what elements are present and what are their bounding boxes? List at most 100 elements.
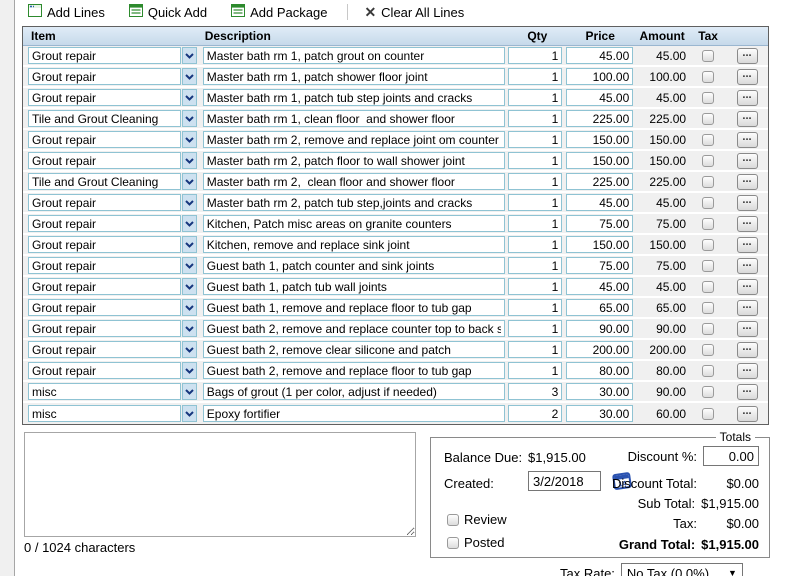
tax-checkbox[interactable]	[702, 408, 714, 420]
chevron-down-icon[interactable]	[182, 257, 197, 274]
chevron-down-icon[interactable]	[182, 236, 197, 253]
discount-pct-input[interactable]	[703, 446, 759, 466]
tax-checkbox[interactable]	[702, 365, 714, 377]
clear-all-lines-button[interactable]: ✕ Clear All Lines	[358, 3, 470, 22]
tax-rate-select[interactable]: No Tax (0.0%) ▼	[621, 563, 743, 576]
price-input[interactable]	[566, 68, 633, 85]
row-options-button[interactable]: ...	[737, 111, 758, 127]
description-input[interactable]	[203, 68, 505, 85]
qty-input[interactable]	[508, 215, 562, 232]
qty-input[interactable]	[508, 299, 562, 316]
item-select[interactable]: Grout repair	[28, 236, 203, 253]
row-options-button[interactable]: ...	[737, 300, 758, 316]
price-input[interactable]	[566, 47, 633, 64]
tax-checkbox[interactable]	[702, 218, 714, 230]
qty-input[interactable]	[508, 362, 562, 379]
qty-input[interactable]	[508, 383, 562, 400]
item-select[interactable]: Grout repair	[28, 194, 203, 211]
qty-input[interactable]	[508, 68, 562, 85]
tax-checkbox[interactable]	[702, 92, 714, 104]
item-select[interactable]: Tile and Grout Cleaning	[28, 173, 203, 190]
tax-checkbox[interactable]	[702, 344, 714, 356]
price-input[interactable]	[566, 320, 633, 337]
tax-checkbox[interactable]	[702, 302, 714, 314]
description-input[interactable]	[203, 278, 505, 295]
qty-input[interactable]	[508, 257, 562, 274]
price-input[interactable]	[566, 110, 633, 127]
row-options-button[interactable]: ...	[737, 342, 758, 358]
review-checkbox[interactable]	[447, 514, 459, 526]
item-select[interactable]: Grout repair	[28, 68, 203, 85]
add-package-button[interactable]: Add Package	[225, 2, 333, 22]
chevron-down-icon[interactable]	[182, 47, 197, 64]
description-input[interactable]	[203, 383, 505, 400]
created-date-input[interactable]	[528, 471, 601, 491]
price-input[interactable]	[566, 278, 633, 295]
price-input[interactable]	[566, 362, 633, 379]
price-input[interactable]	[566, 194, 633, 211]
tax-checkbox[interactable]	[702, 71, 714, 83]
description-input[interactable]	[203, 215, 505, 232]
add-lines-button[interactable]: Add Lines	[22, 2, 111, 22]
item-select[interactable]: Grout repair	[28, 131, 203, 148]
description-input[interactable]	[203, 320, 505, 337]
description-input[interactable]	[203, 194, 505, 211]
qty-input[interactable]	[508, 320, 562, 337]
tax-checkbox[interactable]	[702, 260, 714, 272]
qty-input[interactable]	[508, 110, 562, 127]
item-select[interactable]: Grout repair	[28, 215, 203, 232]
price-input[interactable]	[566, 236, 633, 253]
tax-checkbox[interactable]	[702, 113, 714, 125]
chevron-down-icon[interactable]	[182, 362, 197, 379]
description-input[interactable]	[203, 89, 505, 106]
item-select[interactable]: Grout repair	[28, 320, 203, 337]
chevron-down-icon[interactable]	[182, 215, 197, 232]
price-input[interactable]	[566, 89, 633, 106]
item-select[interactable]: Grout repair	[28, 257, 203, 274]
description-input[interactable]	[203, 110, 505, 127]
row-options-button[interactable]: ...	[737, 174, 758, 190]
chevron-down-icon[interactable]	[182, 194, 197, 211]
qty-input[interactable]	[508, 47, 562, 64]
row-options-button[interactable]: ...	[737, 258, 758, 274]
quick-add-button[interactable]: Quick Add	[123, 2, 213, 22]
tax-checkbox[interactable]	[702, 155, 714, 167]
tax-checkbox[interactable]	[702, 134, 714, 146]
row-options-button[interactable]: ...	[737, 279, 758, 295]
item-select[interactable]: Grout repair	[28, 47, 203, 64]
tax-checkbox[interactable]	[702, 197, 714, 209]
tax-checkbox[interactable]	[702, 281, 714, 293]
chevron-down-icon[interactable]	[182, 89, 197, 106]
price-input[interactable]	[566, 405, 633, 422]
description-input[interactable]	[203, 405, 505, 422]
row-options-button[interactable]: ...	[737, 195, 758, 211]
description-input[interactable]	[203, 257, 505, 274]
tax-checkbox[interactable]	[702, 50, 714, 62]
description-input[interactable]	[203, 299, 505, 316]
item-select[interactable]: Grout repair	[28, 299, 203, 316]
qty-input[interactable]	[508, 152, 562, 169]
item-select[interactable]: Grout repair	[28, 89, 203, 106]
price-input[interactable]	[566, 215, 633, 232]
qty-input[interactable]	[508, 405, 562, 422]
chevron-down-icon[interactable]	[182, 299, 197, 316]
posted-checkbox[interactable]	[447, 537, 459, 549]
row-options-button[interactable]: ...	[737, 90, 758, 106]
item-select[interactable]: Grout repair	[28, 341, 203, 358]
chevron-down-icon[interactable]	[182, 68, 197, 85]
row-options-button[interactable]: ...	[737, 132, 758, 148]
item-select[interactable]: misc	[28, 405, 203, 422]
chevron-down-icon[interactable]	[182, 405, 197, 422]
tax-checkbox[interactable]	[702, 386, 714, 398]
row-options-button[interactable]: ...	[737, 384, 758, 400]
description-input[interactable]	[203, 152, 505, 169]
item-select[interactable]: misc	[28, 383, 203, 400]
chevron-down-icon[interactable]	[182, 173, 197, 190]
row-options-button[interactable]: ...	[737, 69, 758, 85]
price-input[interactable]	[566, 257, 633, 274]
description-input[interactable]	[203, 131, 505, 148]
qty-input[interactable]	[508, 89, 562, 106]
price-input[interactable]	[566, 152, 633, 169]
item-select[interactable]: Tile and Grout Cleaning	[28, 110, 203, 127]
price-input[interactable]	[566, 173, 633, 190]
